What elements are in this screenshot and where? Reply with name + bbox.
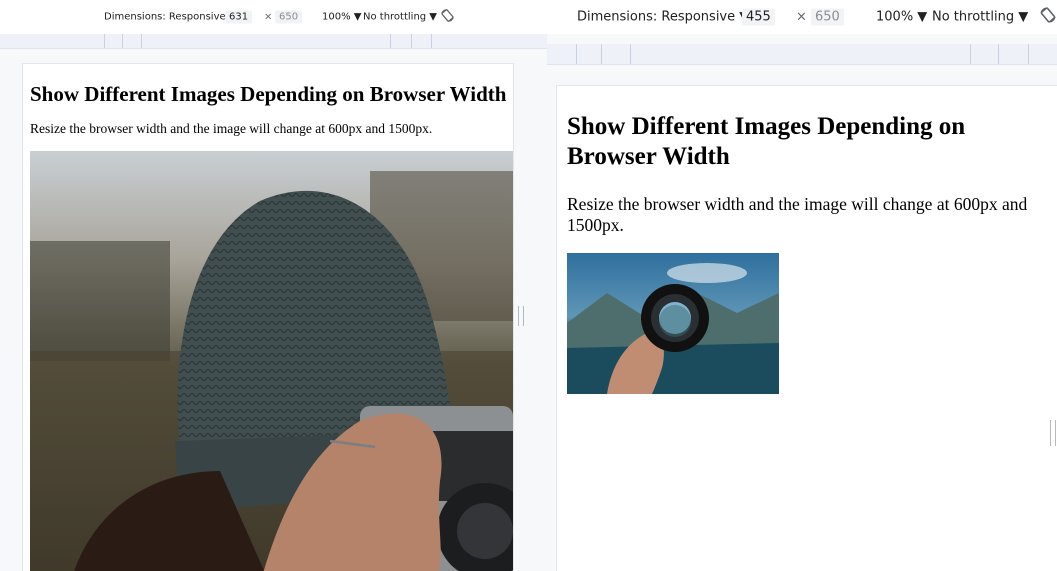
media-query-ruler[interactable] <box>547 44 1057 65</box>
dimensions-dropdown[interactable]: Dimensions: Responsive ▼ <box>104 12 237 23</box>
devtools-responsive-view-right: Dimensions: Responsive ▼ 455 × 650 100% … <box>547 0 1057 571</box>
height-input[interactable]: 650 <box>275 10 303 24</box>
throttling-dropdown[interactable]: No throttling ▼ <box>363 12 437 23</box>
page-description: Resize the browser width and the image w… <box>567 194 1028 235</box>
width-input[interactable]: 631 <box>225 10 253 24</box>
width-input[interactable]: 455 <box>742 8 775 26</box>
page-heading: Show Different Images Depending on Brows… <box>30 82 507 106</box>
dimensions-dropdown[interactable]: Dimensions: Responsive ▼ <box>577 10 749 25</box>
times-symbol: × <box>796 9 807 25</box>
device-toolbar: Dimensions: Responsive ▼ 631 × 650 100% … <box>0 0 547 34</box>
zoom-dropdown[interactable]: 100% ▼ <box>322 12 361 23</box>
viewport-resize-handle[interactable] <box>1050 420 1056 446</box>
zoom-dropdown[interactable]: 100% ▼ <box>876 10 927 25</box>
device-toolbar: Dimensions: Responsive ▼ 455 × 650 100% … <box>547 0 1057 34</box>
media-query-ruler[interactable] <box>0 34 547 49</box>
page-description: Resize the browser width and the image w… <box>30 121 433 136</box>
devtools-responsive-view-left: Dimensions: Responsive ▼ 631 × 650 100% … <box>0 0 547 571</box>
photo-person-beanie-camera <box>30 151 513 571</box>
times-symbol: × <box>264 11 273 23</box>
rotate-icon[interactable] <box>1039 6 1057 28</box>
photo-hand-holding-lens <box>567 253 779 394</box>
height-input[interactable]: 650 <box>811 8 844 26</box>
throttling-dropdown[interactable]: No throttling ▼ <box>932 10 1028 25</box>
page-viewport: Show Different Images Depending on Brows… <box>23 64 513 571</box>
page-heading: Show Different Images Depending on Brows… <box>567 113 966 170</box>
page-viewport: Show Different Images Depending on Brows… <box>557 86 1057 571</box>
rotate-icon[interactable] <box>440 8 455 26</box>
viewport-resize-handle[interactable] <box>518 306 524 326</box>
